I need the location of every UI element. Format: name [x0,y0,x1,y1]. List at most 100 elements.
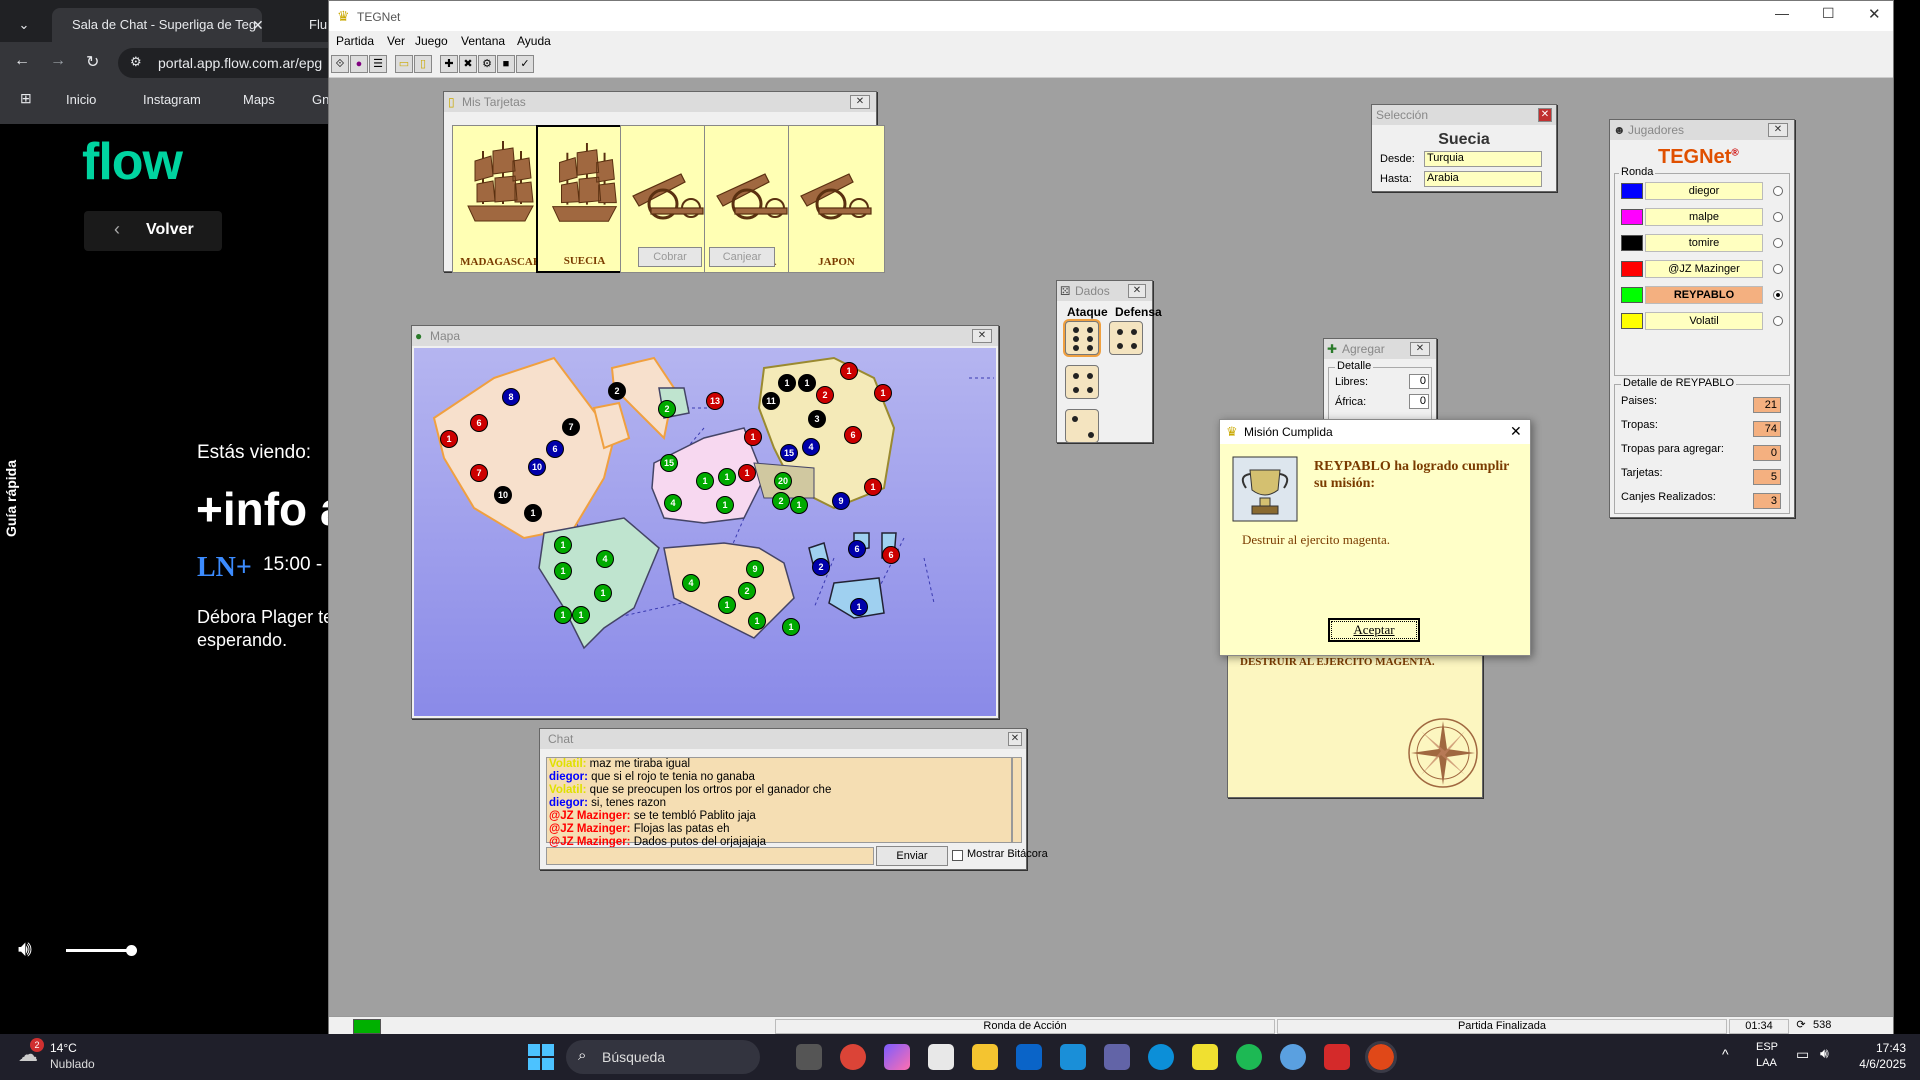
troop-chip[interactable]: 2 [772,492,790,510]
bookmark-maps[interactable]: Maps [243,92,275,107]
todo-icon[interactable] [1060,1044,1086,1070]
close-window-button[interactable]: ✕ [1768,123,1788,137]
troop-chip[interactable]: 10 [494,486,512,504]
chevron-up-icon[interactable]: ^ [1722,1046,1729,1062]
troop-chip[interactable]: 10 [528,458,546,476]
end-turn-icon[interactable]: ✓ [516,55,534,73]
task-view-icon[interactable] [796,1044,822,1070]
reload-icon[interactable]: ↻ [86,52,99,72]
connect-icon[interactable]: ⟐ [331,55,349,73]
troop-chip[interactable]: 1 [440,430,458,448]
ea-icon[interactable] [1365,1041,1397,1073]
troop-chip[interactable]: 1 [554,536,572,554]
troop-chip[interactable]: 1 [738,464,756,482]
troop-chip[interactable]: 1 [790,496,808,514]
troop-chip[interactable]: 3 [808,410,826,428]
menu-ayuda[interactable]: Ayuda [517,34,551,48]
acrobat-icon[interactable] [1324,1044,1350,1070]
troop-chip[interactable]: 2 [738,582,756,600]
troop-chip[interactable]: 1 [778,374,796,392]
troop-chip[interactable]: 20 [774,472,792,490]
troop-chip[interactable]: 7 [470,464,488,482]
troop-chip[interactable]: 6 [882,546,900,564]
maximize-icon[interactable]: ☐ [1822,5,1835,22]
close-icon[interactable]: ✕ [1868,5,1881,23]
card-exchange-icon[interactable]: ▯ [414,55,432,73]
troop-chip[interactable]: 1 [782,618,800,636]
search-box[interactable]: ⌕ Búsqueda [566,1040,760,1074]
troop-chip[interactable]: 2 [658,400,676,418]
tab-close-icon[interactable]: ✕ [252,8,262,42]
troop-chip[interactable]: 11 [762,392,780,410]
close-window-button[interactable]: ✕ [1538,108,1552,122]
outlook-icon[interactable] [1016,1044,1042,1070]
troop-chip[interactable]: 1 [524,504,542,522]
troop-chip[interactable]: 2 [816,386,834,404]
speaker-icon[interactable]: 🔊︎ [1820,1045,1829,1062]
troop-chip[interactable]: 1 [864,478,882,496]
copilot-icon[interactable] [884,1044,910,1070]
cobrar-button[interactable]: Cobrar [638,247,702,267]
apps-grid-icon[interactable]: ⊞ [20,90,32,107]
tab-list-chevron-icon[interactable]: ⌄ [12,8,36,42]
lang-layout[interactable]: LAA [1756,1057,1777,1069]
clock-time[interactable]: 17:43 [1850,1041,1906,1055]
troop-chip[interactable]: 6 [844,426,862,444]
enviar-button[interactable]: Enviar [876,846,948,866]
troop-chip[interactable]: 1 [798,374,816,392]
troop-chip[interactable]: 1 [718,596,736,614]
regroup-icon[interactable]: ⚙ [478,55,496,73]
attack-icon[interactable]: ✖ [459,55,477,73]
add-troops-icon[interactable]: ✚ [440,55,458,73]
troop-chip[interactable]: 9 [832,492,850,510]
canjear-button[interactable]: Canjear [709,247,775,267]
close-icon[interactable]: ✕ [1510,423,1522,440]
troop-chip[interactable]: 2 [608,382,626,400]
player-radio[interactable] [1773,290,1783,300]
close-window-button[interactable]: ✕ [1008,732,1022,746]
close-window-button[interactable]: ✕ [1128,284,1146,298]
card-icon[interactable]: ▭ [395,55,413,73]
troop-chip[interactable]: 1 [594,584,612,602]
clock-date[interactable]: 4/6/2025 [1840,1057,1906,1071]
troop-chip[interactable]: 13 [706,392,724,410]
chat-scrollbar[interactable] [1012,757,1022,843]
chrome-icon[interactable] [840,1044,866,1070]
close-window-button[interactable]: ✕ [1410,342,1430,356]
troop-chip[interactable]: 1 [840,362,858,380]
card-japon[interactable]: JAPON [788,125,885,273]
troop-chip[interactable]: 1 [850,598,868,616]
tegnet-task-icon[interactable] [1192,1044,1218,1070]
list-icon[interactable]: ☰ [369,55,387,73]
close-window-button[interactable]: ✕ [850,95,870,109]
browser-tab[interactable]: Flu [285,8,330,42]
browser-tab-active[interactable]: Sala de Chat - Superliga de Teg [52,8,262,42]
bookmark-gmail[interactable]: Gn [312,92,329,107]
store-icon[interactable] [928,1044,954,1070]
troop-chip[interactable]: 1 [748,612,766,630]
troop-chip[interactable]: 15 [780,444,798,462]
close-window-button[interactable]: ✕ [972,329,992,343]
menu-ventana[interactable]: Ventana [461,34,505,48]
card-madagascar[interactable]: MADAGASCAR [452,125,549,273]
back-icon[interactable]: ← [14,52,30,70]
troop-chip[interactable]: 1 [696,472,714,490]
bitacora-checkbox[interactable] [952,850,963,861]
teams-icon[interactable] [1104,1044,1130,1070]
network-icon[interactable]: ▭ [1796,1046,1809,1063]
troop-chip[interactable]: 1 [572,606,590,624]
edge-icon[interactable] [1148,1044,1174,1070]
menu-ver[interactable]: Ver [387,34,405,48]
troop-chip[interactable]: 1 [716,496,734,514]
troop-chip[interactable]: 15 [660,454,678,472]
troop-chip[interactable]: 4 [802,438,820,456]
troop-chip[interactable]: 4 [664,494,682,512]
guia-rapida-tab[interactable]: Guía rápida [3,460,33,537]
app-icon[interactable] [1280,1044,1306,1070]
spotify-icon[interactable] [1236,1044,1262,1070]
troop-chip[interactable]: 6 [546,440,564,458]
troop-chip[interactable]: 1 [718,468,736,486]
volume-icon[interactable]: 🔊︎ [18,936,32,962]
volume-slider-handle[interactable] [126,945,137,956]
menu-partida[interactable]: Partida [336,34,374,48]
